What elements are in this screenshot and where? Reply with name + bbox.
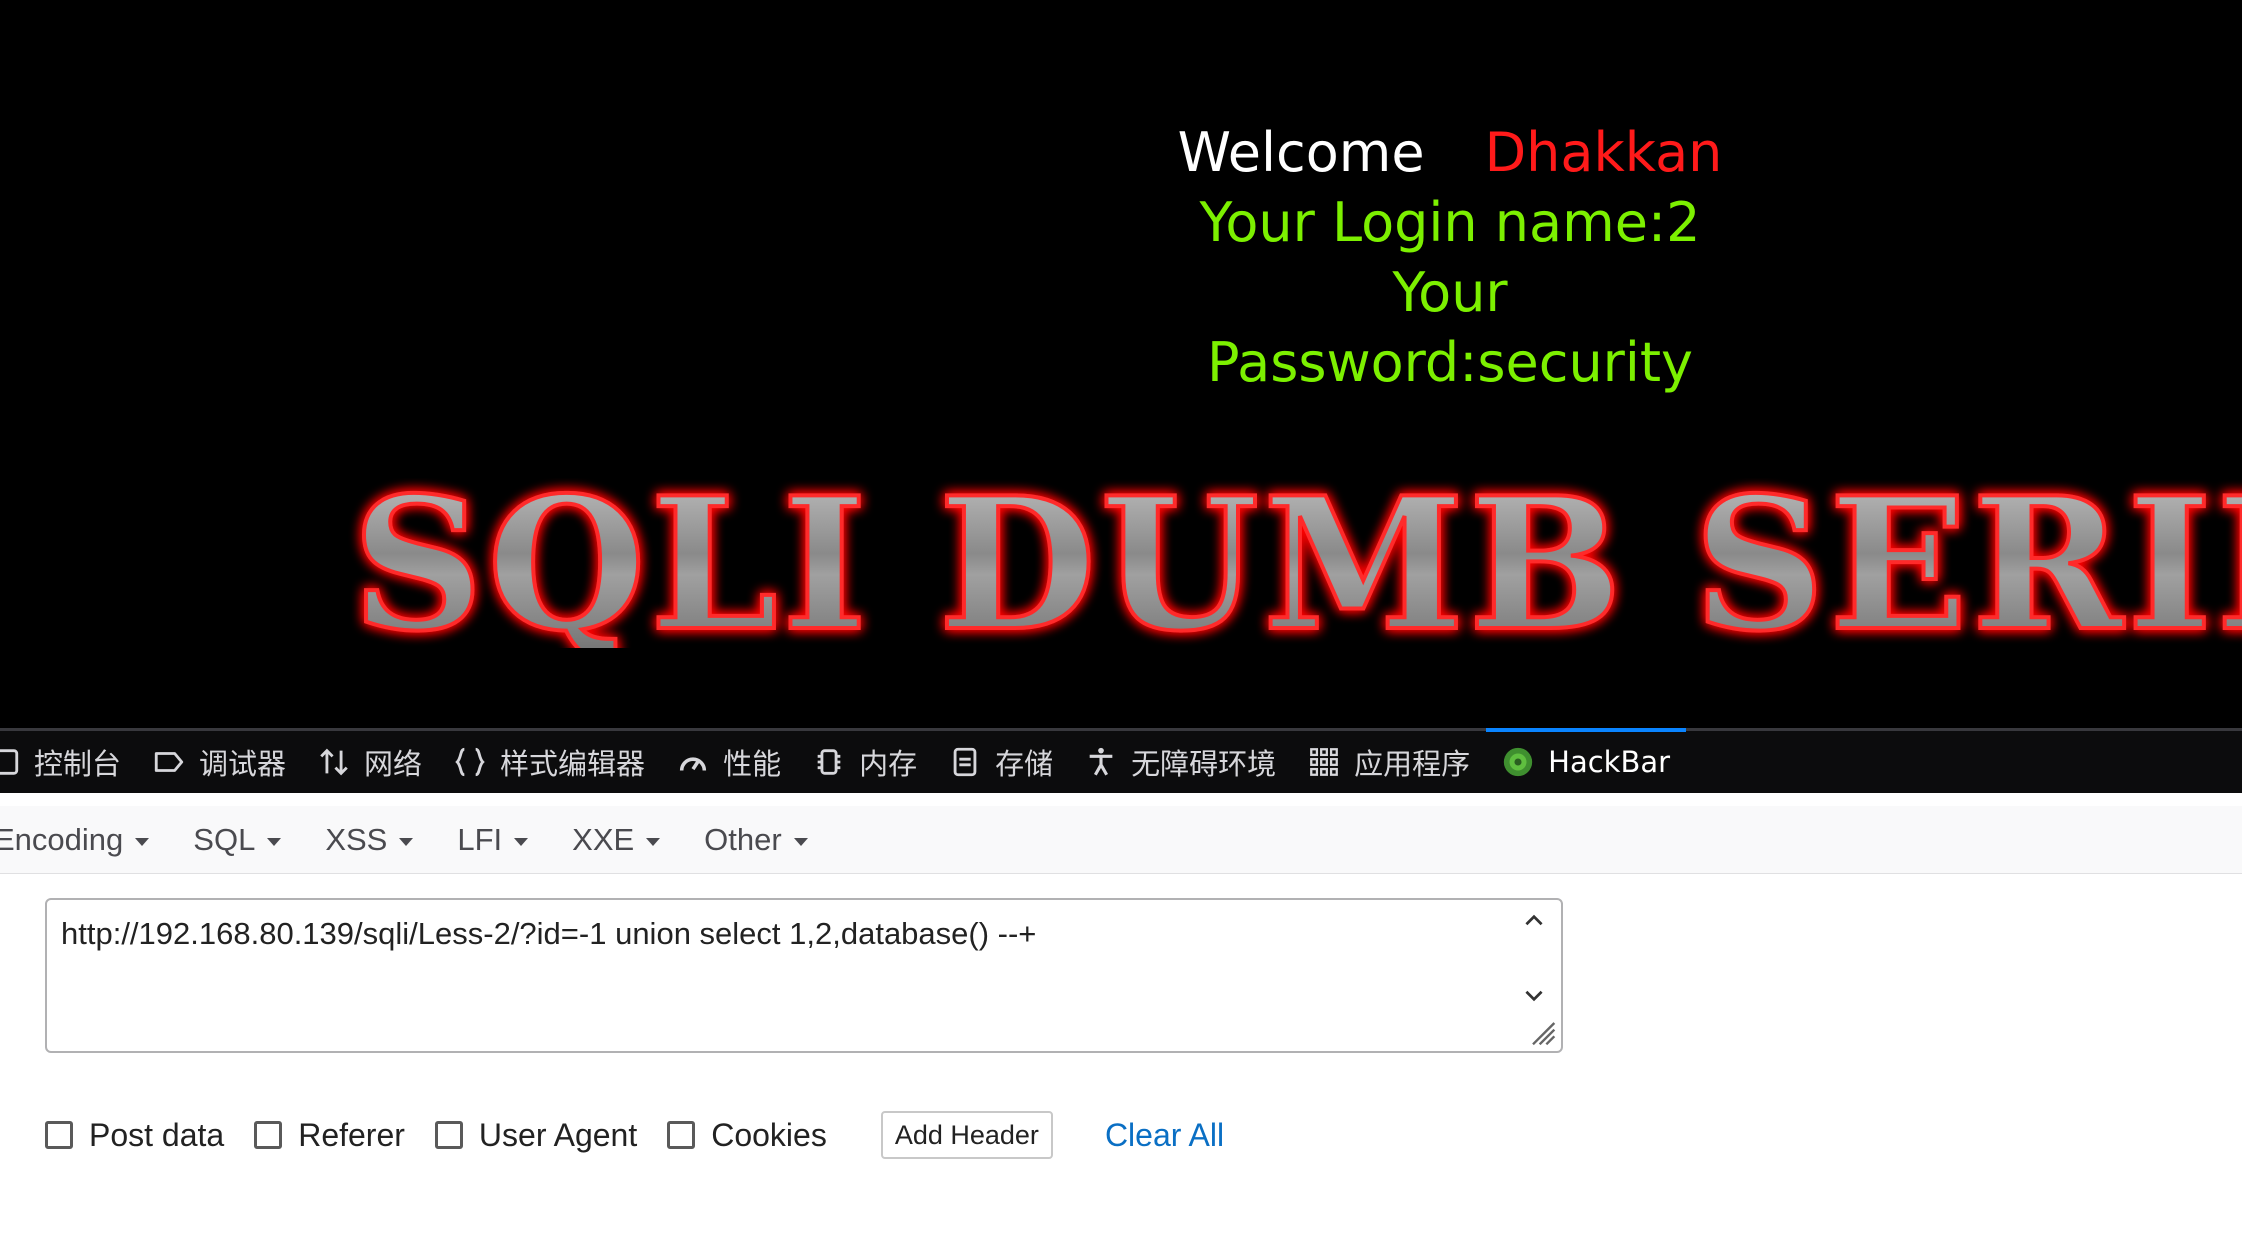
option-user-agent[interactable]: User Agent — [434, 1116, 638, 1154]
tab-style-editor-label: 样式编辑器 — [500, 747, 646, 781]
menu-xss[interactable]: XSS — [325, 821, 414, 858]
url-textarea[interactable]: http://192.168.80.139/sqli/Less-2/?id=-1… — [45, 898, 1563, 1053]
sqli-dumb-series-banner: SQLI DUMB SERIES — [350, 478, 2242, 648]
debugger-icon — [151, 744, 187, 780]
chevron-down-icon — [514, 837, 529, 846]
tab-storage[interactable]: 存储 — [933, 731, 1069, 793]
menu-lfi[interactable]: LFI — [457, 821, 529, 858]
tab-hackbar-label: HackBar — [1548, 745, 1671, 779]
welcome-username: Dhakkan — [1484, 121, 1723, 184]
tab-performance[interactable]: 性能 — [661, 731, 797, 793]
storage-icon — [947, 744, 983, 780]
menu-encoding[interactable]: Encoding — [0, 821, 150, 858]
chevron-down-icon — [267, 837, 282, 846]
tab-memory-label: 内存 — [859, 747, 918, 781]
user-agent-checkbox[interactable] — [434, 1121, 463, 1149]
chevron-down-icon — [646, 837, 661, 846]
hackbar-menu: Encoding SQL XSS LFI XXE Other — [0, 806, 2242, 874]
greeting-block: Welcome Dhakkan Your Login name:2 Your Pa… — [1160, 118, 1740, 398]
option-referer[interactable]: Referer — [254, 1117, 405, 1154]
menu-xxe[interactable]: XXE — [572, 821, 661, 858]
menu-other[interactable]: Other — [704, 822, 808, 858]
tab-storage-label: 存储 — [995, 747, 1054, 781]
chevron-down-icon — [793, 837, 808, 846]
tab-network-label: 网络 — [364, 747, 423, 781]
option-cookies[interactable]: Cookies — [667, 1117, 827, 1154]
login-name-text: Your Login name:2 — [1199, 191, 1701, 254]
post-data-label: Post data — [89, 1116, 225, 1153]
tab-debugger[interactable]: 调试器 — [137, 731, 302, 793]
cookies-label: Cookies — [711, 1116, 827, 1153]
resize-grip-icon[interactable] — [1525, 1015, 1557, 1047]
hackbar-icon — [1500, 744, 1536, 780]
page-content: Welcome Dhakkan Your Login name:2 Your Pa… — [0, 0, 2242, 728]
menu-other-label: Other — [704, 821, 782, 857]
add-header-button[interactable]: Add Header — [880, 1111, 1053, 1159]
menu-encoding-label: Encoding — [0, 821, 124, 857]
scroll-up-icon[interactable] — [1521, 908, 1547, 934]
tab-hackbar[interactable]: HackBar — [1486, 728, 1686, 793]
network-icon — [316, 744, 352, 780]
welcome-line: Welcome Dhakkan — [1160, 118, 1740, 188]
tab-console[interactable]: 控制台 — [0, 731, 137, 793]
devtools-toolbar: 控制台 调试器 网络 样式编辑器 性能 内存 存储 无障碍环境 应用程序 Hac… — [0, 728, 2242, 793]
application-icon — [1306, 744, 1342, 780]
scroll-down-icon[interactable] — [1521, 982, 1547, 1008]
referer-checkbox[interactable] — [254, 1121, 283, 1149]
style-editor-icon — [452, 744, 488, 780]
menu-lfi-label: LFI — [457, 821, 503, 857]
option-post-data[interactable]: Post data — [45, 1117, 224, 1154]
tab-console-label: 控制台 — [34, 747, 122, 781]
tab-accessibility-label: 无障碍环境 — [1131, 747, 1277, 781]
menu-xxe-label: XXE — [572, 821, 635, 857]
performance-icon — [675, 744, 711, 780]
clear-all-link[interactable]: Clear All — [1105, 1117, 1224, 1154]
welcome-label: Welcome — [1177, 121, 1425, 184]
tab-network[interactable]: 网络 — [302, 731, 438, 793]
tab-memory[interactable]: 内存 — [797, 731, 933, 793]
tab-debugger-label: 调试器 — [199, 747, 287, 781]
banner-title-text: SQLI DUMB SERIES — [352, 478, 2242, 648]
tab-application[interactable]: 应用程序 — [1292, 731, 1486, 793]
url-value[interactable]: http://192.168.80.139/sqli/Less-2/?id=-1… — [61, 916, 1036, 952]
password-text: Your Password:security — [1206, 261, 1694, 394]
hackbar-options: Post data Referer User Agent Cookies Add… — [45, 1110, 1224, 1160]
console-icon — [0, 744, 22, 780]
accessibility-icon — [1083, 744, 1119, 780]
chevron-down-icon — [135, 837, 150, 846]
menu-xss-label: XSS — [325, 821, 388, 857]
memory-icon — [811, 744, 847, 780]
cookies-checkbox[interactable] — [667, 1121, 696, 1149]
referer-label: Referer — [298, 1116, 405, 1153]
user-agent-label: User Agent — [478, 1116, 638, 1153]
menu-sql-label: SQL — [193, 821, 256, 857]
tab-accessibility[interactable]: 无障碍环境 — [1069, 731, 1292, 793]
post-data-checkbox[interactable] — [45, 1121, 73, 1149]
menu-sql[interactable]: SQL — [193, 821, 282, 858]
tab-performance-label: 性能 — [723, 747, 782, 781]
tab-style-editor[interactable]: 样式编辑器 — [438, 731, 661, 793]
tab-application-label: 应用程序 — [1354, 747, 1471, 781]
chevron-down-icon — [399, 837, 414, 846]
